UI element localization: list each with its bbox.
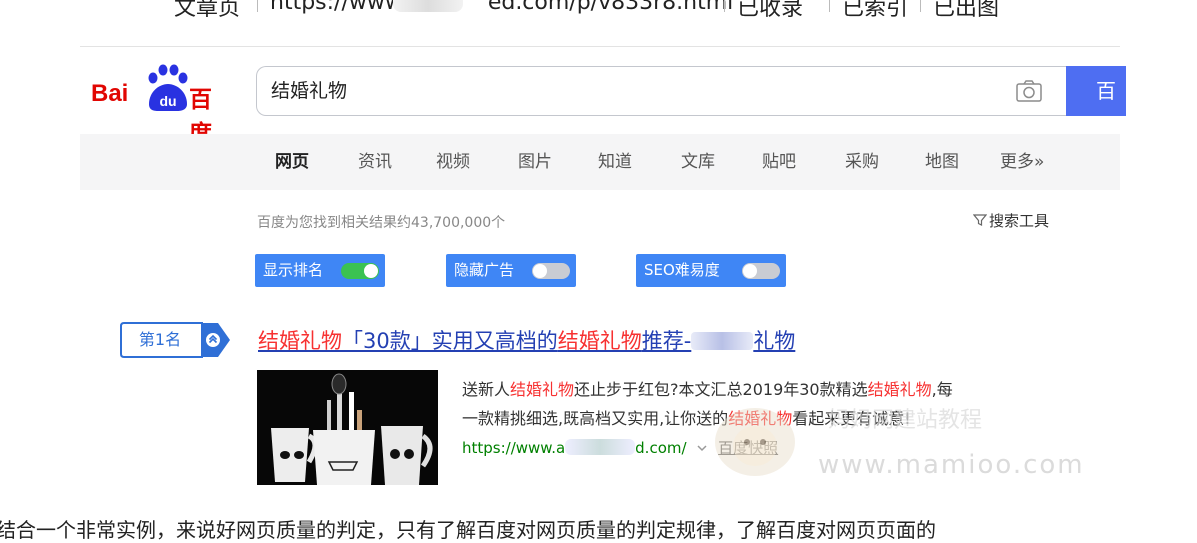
divider bbox=[920, 0, 921, 12]
logo-du-text: du bbox=[159, 93, 176, 109]
watermark-url: www.mamioo.com bbox=[818, 450, 1085, 480]
watermark-cn: 妈妈网建站教程 bbox=[828, 408, 983, 433]
blur-mask bbox=[393, 0, 463, 12]
status-image: 已出图 bbox=[933, 0, 1000, 21]
divider bbox=[829, 0, 830, 12]
blur-mask bbox=[565, 439, 636, 455]
article-info-row: 文章页 https://www. ed.com/p/v833r8.html 已收录… bbox=[0, 0, 1197, 22]
tab-video[interactable]: 视频 bbox=[436, 134, 470, 190]
result-snippet-line1: 送新人结婚礼物还止步于红包?本文汇总2019年30款精选结婚礼物,每 bbox=[462, 380, 953, 399]
switch-off[interactable] bbox=[742, 263, 780, 279]
site-watermark: 妈妈网建站教程 www.mamioo.com bbox=[700, 398, 1120, 480]
watermark-mascot-icon bbox=[715, 408, 795, 476]
divider bbox=[724, 0, 725, 12]
search-tabs: 网页 资讯 视频 图片 知道 文库 贴吧 采购 地图 更多» bbox=[80, 134, 1120, 190]
search-tools-label: 搜索工具 bbox=[989, 212, 1050, 230]
search-input[interactable]: 结婚礼物 bbox=[271, 67, 347, 115]
blur-mask bbox=[691, 332, 754, 350]
hide-ads-label: 隐藏广告 bbox=[454, 261, 515, 279]
tab-more[interactable]: 更多» bbox=[1000, 134, 1044, 190]
mugs-image bbox=[257, 370, 438, 485]
result-count: 百度为您找到相关结果约43,700,000个 bbox=[257, 215, 506, 231]
seo-difficulty-label: SEO难易度 bbox=[644, 261, 720, 279]
article-url: https://www. ed.com/p/v833r8.html bbox=[270, 0, 734, 15]
tab-news[interactable]: 资讯 bbox=[358, 134, 392, 190]
section-divider bbox=[80, 46, 1120, 47]
search-button[interactable]: 百度 bbox=[1066, 66, 1126, 116]
switch-on[interactable] bbox=[341, 263, 379, 279]
tab-wenku[interactable]: 文库 bbox=[681, 134, 715, 190]
show-rank-label: 显示排名 bbox=[263, 261, 324, 279]
article-label: 文章页 bbox=[174, 0, 241, 21]
tab-web[interactable]: 网页 bbox=[275, 134, 309, 190]
show-rank-toggle[interactable]: 显示排名 bbox=[255, 254, 385, 287]
divider bbox=[257, 0, 258, 12]
rank-badge: 第1名 bbox=[120, 322, 230, 358]
article-body-text: 结合一个非常实例，来说好网页质量的判定，只有了解百度对网页质量的判定规律，了解百… bbox=[0, 518, 936, 542]
tab-purchase[interactable]: 采购 bbox=[845, 134, 879, 190]
tab-zhidao[interactable]: 知道 bbox=[598, 134, 632, 190]
hide-ads-toggle[interactable]: 隐藏广告 bbox=[446, 254, 576, 287]
tab-map[interactable]: 地图 bbox=[925, 134, 959, 190]
switch-off[interactable] bbox=[532, 263, 570, 279]
search-box[interactable]: 结婚礼物 bbox=[256, 66, 1066, 116]
status-crawled: 已索引 bbox=[842, 0, 909, 21]
result-title-link[interactable]: 结婚礼物「30款」实用又高档的结婚礼物推荐- 礼物 bbox=[258, 325, 795, 355]
camera-icon[interactable] bbox=[1016, 80, 1042, 102]
tab-tieba[interactable]: 贴吧 bbox=[762, 134, 796, 190]
seo-difficulty-toggle[interactable]: SEO难易度 bbox=[636, 254, 786, 287]
logo-text-bai: Bai bbox=[91, 80, 129, 107]
tab-images[interactable]: 图片 bbox=[518, 134, 552, 190]
filter-icon bbox=[973, 214, 987, 226]
status-indexed: 已收录 bbox=[737, 0, 804, 21]
rank-label: 第1名 bbox=[138, 330, 182, 349]
search-tools-button[interactable]: 搜索工具 bbox=[973, 210, 1049, 231]
result-thumbnail[interactable] bbox=[257, 370, 438, 485]
paw-icon: du bbox=[148, 64, 188, 111]
